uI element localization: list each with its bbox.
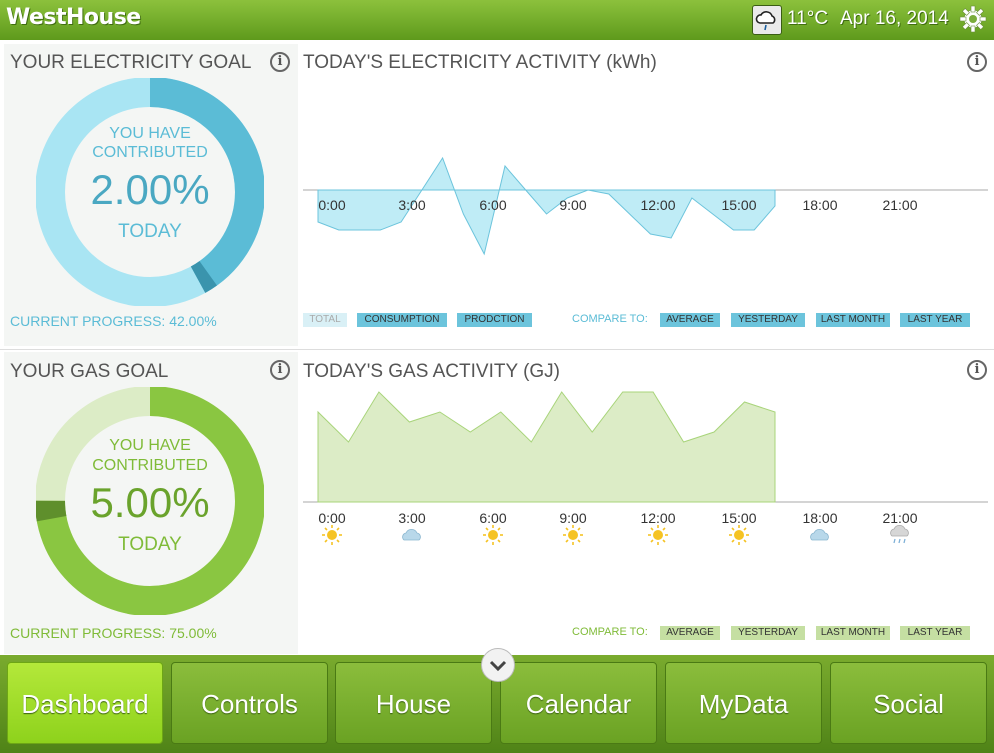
electricity-tick-label: 3:00 [398, 197, 426, 213]
gas-compare-yesterday[interactable]: YESTERDAY [731, 626, 805, 640]
temperature-readout: 11°C [787, 8, 829, 29]
electricity-tick-label: 12:00 [640, 197, 676, 213]
legend-production[interactable]: PRODCTION [457, 313, 532, 327]
info-icon[interactable]: i [967, 360, 987, 380]
electricity-tick-label: 21:00 [882, 197, 918, 213]
sun-icon [563, 525, 583, 545]
electricity-tick-label: 15:00 [721, 197, 757, 213]
info-icon[interactable]: i [967, 52, 987, 72]
electricity-contrib-line1: YOU HAVE [109, 125, 191, 142]
electricity-contrib-line2: CONTRIBUTED [92, 144, 208, 161]
electricity-compare-yesterday[interactable]: YESTERDAY [731, 313, 805, 327]
sun-icon [322, 525, 342, 545]
info-icon[interactable]: i [270, 52, 290, 72]
electricity-tick-label: 18:00 [802, 197, 838, 213]
cloud-icon [402, 529, 421, 541]
nav-social[interactable]: Social [830, 662, 987, 744]
sun-icon [483, 525, 503, 545]
gas-today: TODAY [118, 534, 182, 555]
gas-progress: CURRENT PROGRESS: 75.00% [10, 625, 217, 641]
gas-compare-label: COMPARE TO: [572, 626, 648, 638]
electricity-percent: 2.00% [90, 166, 210, 213]
gas-percent: 5.00% [90, 479, 210, 526]
chevron-down-icon[interactable] [481, 648, 515, 682]
info-icon[interactable]: i [270, 360, 290, 380]
sun-icon [729, 525, 749, 545]
nav-calendar[interactable]: Calendar [500, 662, 657, 744]
section-divider [0, 349, 994, 350]
gear-icon[interactable] [958, 4, 988, 34]
nav-mydata[interactable]: MyData [665, 662, 822, 744]
app-logo: WestHouse [6, 5, 141, 30]
app-root: WestHouse 11°C Apr 16, 2014 YOUR ELECTRI… [0, 0, 994, 753]
nav-dashboard[interactable]: Dashboard [7, 662, 163, 744]
sun-icon [648, 525, 668, 545]
legend-total[interactable]: TOTAL [303, 313, 347, 327]
electricity-compare-average[interactable]: AVERAGE [660, 313, 720, 327]
gas-goal-title: YOUR GAS GOAL [10, 361, 169, 382]
gas-compare-average[interactable]: AVERAGE [660, 626, 720, 640]
electricity-compare-last-month[interactable]: LAST MONTH [816, 313, 890, 327]
legend-consumption[interactable]: CONSUMPTION [357, 313, 447, 327]
nav-controls[interactable]: Controls [171, 662, 328, 744]
top-bar: WestHouse 11°C Apr 16, 2014 [0, 0, 994, 40]
electricity-today: TODAY [118, 221, 182, 242]
electricity-progress: CURRENT PROGRESS: 42.00% [10, 313, 217, 329]
date-readout: Apr 16, 2014 [840, 8, 949, 29]
cloud-icon [810, 529, 829, 541]
gas-contrib-line2: CONTRIBUTED [92, 457, 208, 474]
electricity-activity-title: TODAY'S ELECTRICITY ACTIVITY (kWh) [303, 52, 657, 73]
electricity-compare-label: COMPARE TO: [572, 313, 648, 325]
electricity-tick-label: 6:00 [479, 197, 507, 213]
electricity-chart [303, 156, 988, 256]
gas-chart [303, 391, 988, 503]
gas-compare-last-year[interactable]: LAST YEAR [900, 626, 970, 640]
electricity-tick-label: 0:00 [318, 197, 346, 213]
electricity-tick-label: 9:00 [559, 197, 587, 213]
gas-compare-last-month[interactable]: LAST MONTH [816, 626, 890, 640]
cloud-rain-icon[interactable] [752, 5, 782, 35]
gas-contrib-line1: YOU HAVE [109, 437, 191, 454]
electricity-goal-title: YOUR ELECTRICITY GOAL [10, 52, 252, 73]
nav-house[interactable]: House [335, 662, 492, 744]
electricity-compare-last-year[interactable]: LAST YEAR [900, 313, 970, 327]
rain-icon [890, 525, 909, 544]
